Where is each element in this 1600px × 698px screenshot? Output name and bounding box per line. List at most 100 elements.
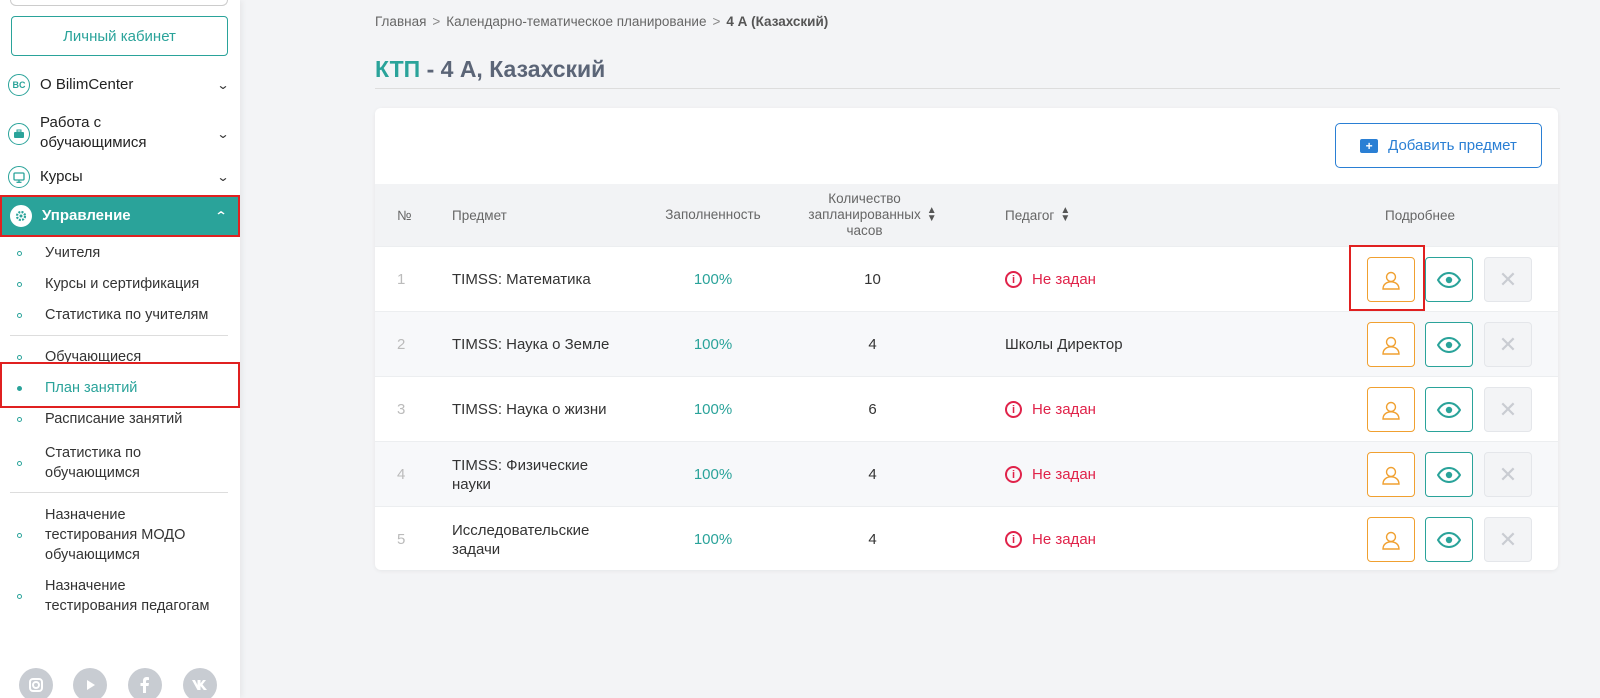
sidebar-item-management[interactable]: Управление ⌃ — [0, 195, 240, 237]
assign-teacher-button[interactable] — [1367, 517, 1415, 562]
teacher-cell: Школы Директор — [1005, 336, 1123, 353]
teacher-unset-label: Не задан — [1032, 466, 1096, 483]
delete-button[interactable]: ✕ — [1484, 517, 1532, 562]
teacher-unset-label: Не задан — [1032, 271, 1096, 288]
view-button[interactable] — [1425, 257, 1473, 302]
sort-icon[interactable]: ▲ ▼ — [1060, 206, 1070, 224]
assign-teacher-button[interactable] — [1367, 452, 1415, 497]
user-icon — [1380, 464, 1402, 486]
label-line: Работа с — [40, 114, 102, 131]
header-num: № — [397, 207, 412, 223]
label-line: обучающимся — [45, 465, 140, 481]
sidebar-subitem-teacher-stats[interactable]: Статистика по учителям — [0, 305, 240, 325]
assign-teacher-button[interactable] — [1367, 322, 1415, 367]
teacher-cell: i Не задан — [1005, 507, 1096, 572]
label-line: Статистика по — [45, 445, 142, 461]
sidebar-subitem-label: Расписание занятий — [45, 411, 183, 427]
hours-cell: 4 — [868, 466, 877, 483]
subjects-card: + Добавить предмет № Предмет Заполненнос… — [375, 108, 1558, 570]
chevron-down-icon: ⌄ — [216, 127, 230, 141]
add-subject-label: Добавить предмет — [1388, 137, 1517, 154]
eye-icon — [1437, 401, 1461, 418]
chevron-down-icon: ⌄ — [216, 170, 230, 184]
sidebar-item-students-work[interactable]: Работа с обучающимися ⌄ — [0, 112, 240, 156]
fill-cell: 100% — [693, 401, 733, 418]
highlight-box — [0, 362, 240, 408]
header-fill: Заполненность — [665, 207, 761, 222]
bullet-icon — [17, 313, 22, 318]
sidebar-subitem-courses-certification[interactable]: Курсы и сертификация — [0, 274, 240, 294]
header-teacher[interactable]: Педагог ▲ ▼ — [1005, 184, 1070, 246]
info-icon: i — [1005, 466, 1022, 483]
delete-button[interactable]: ✕ — [1484, 452, 1532, 497]
subject-cell: TIMSS: Наука о Земле — [452, 312, 642, 377]
chevron-up-icon: ⌃ — [214, 209, 228, 223]
chevron-down-icon: ⌄ — [216, 78, 230, 92]
add-subject-button[interactable]: + Добавить предмет — [1335, 123, 1542, 168]
user-icon — [1380, 529, 1402, 551]
view-button[interactable] — [1425, 322, 1473, 367]
sidebar: Личный кабинет BC О BilimCenter ⌄ Работа… — [0, 0, 240, 698]
view-button[interactable] — [1425, 452, 1473, 497]
table-row: 4 TIMSS: Физические науки 100% 4 i Не задан ✕ — [375, 441, 1558, 506]
sidebar-search-box[interactable] — [10, 0, 228, 6]
assign-teacher-button[interactable] — [1367, 387, 1415, 432]
label-line: Назначение — [45, 507, 126, 523]
table-row: 3 TIMSS: Наука о жизни 100% 6 i Не задан ✕ — [375, 376, 1558, 441]
close-icon: ✕ — [1498, 266, 1518, 292]
bullet-icon — [17, 251, 22, 256]
sidebar-subitem-modo-testing[interactable]: Назначение тестирования МОДО обучающимся — [0, 505, 240, 565]
hours-cell: 10 — [864, 271, 881, 288]
close-icon: ✕ — [1498, 396, 1518, 422]
page-title-accent: КТП — [375, 56, 421, 82]
bullet-icon — [17, 417, 22, 422]
personal-cabinet-button[interactable]: Личный кабинет — [11, 16, 228, 56]
sidebar-subitem-label: Назначение тестирования МОДО обучающимся — [45, 505, 185, 565]
header-details: Подробнее — [1385, 207, 1456, 223]
breadcrumb-home-link[interactable]: Главная — [375, 14, 426, 29]
bullet-icon — [17, 461, 22, 466]
sidebar-item-label: Курсы — [40, 168, 83, 185]
sidebar-item-courses[interactable]: Курсы ⌄ — [0, 164, 240, 190]
close-icon: ✕ — [1498, 331, 1518, 357]
eye-icon — [1437, 336, 1461, 353]
breadcrumb-section-link[interactable]: Календарно-тематическое планирование — [446, 14, 706, 29]
label-line: обучающимися — [40, 134, 147, 151]
sidebar-item-label: Управление — [42, 207, 131, 224]
monitor-icon — [8, 166, 30, 188]
sidebar-subitem-teachers[interactable]: Учителя — [0, 243, 240, 263]
header-hours[interactable]: Количество запланированных часов ▲ ▼ — [795, 184, 950, 246]
youtube-icon[interactable] — [73, 668, 107, 698]
label-line: TIMSS: Наука о Земле — [452, 336, 610, 353]
label-line: часов — [846, 223, 883, 238]
sidebar-subitem-label: Статистика по учителям — [45, 307, 209, 323]
facebook-icon[interactable] — [128, 668, 162, 698]
delete-button[interactable]: ✕ — [1484, 322, 1532, 367]
vk-icon[interactable] — [183, 668, 217, 698]
delete-button[interactable]: ✕ — [1484, 257, 1532, 302]
close-icon: ✕ — [1498, 461, 1518, 487]
header-subject: Предмет — [452, 207, 507, 223]
instagram-icon[interactable] — [19, 668, 53, 698]
user-icon — [1380, 399, 1402, 421]
sidebar-subitem-label: Учителя — [45, 245, 101, 261]
sidebar-subitem-teacher-testing[interactable]: Назначение тестирования педагогам — [0, 576, 240, 616]
sidebar-item-about[interactable]: BC О BilimCenter ⌄ — [0, 72, 240, 98]
sidebar-subitem-schedule[interactable]: Расписание занятий — [0, 409, 240, 429]
teacher-unset-label: Не задан — [1032, 401, 1096, 418]
info-icon: i — [1005, 531, 1022, 548]
delete-button[interactable]: ✕ — [1484, 387, 1532, 432]
view-button[interactable] — [1425, 387, 1473, 432]
teacher-unset-label: Не задан — [1032, 531, 1096, 548]
view-button[interactable] — [1425, 517, 1473, 562]
close-icon: ✕ — [1498, 526, 1518, 552]
label-line: науки — [452, 475, 491, 493]
teacher-cell: i Не задан — [1005, 377, 1096, 442]
bc-logo-icon: BC — [8, 74, 30, 96]
label-line: Назначение — [45, 578, 126, 594]
sort-icon[interactable]: ▲ ▼ — [927, 206, 937, 224]
sidebar-subitem-student-stats[interactable]: Статистика по обучающимся — [0, 443, 240, 483]
subject-cell: Исследовательские задачи — [452, 507, 642, 572]
fill-cell: 100% — [693, 466, 733, 483]
row-number: 1 — [397, 271, 406, 288]
